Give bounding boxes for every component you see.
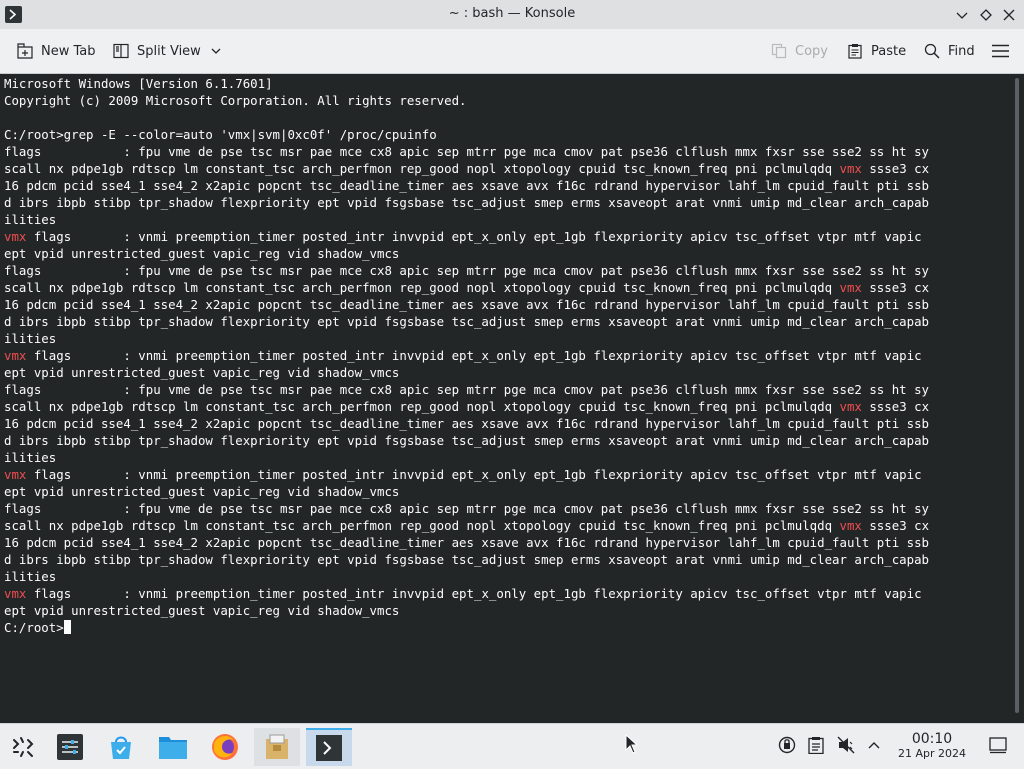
terminal-line: Microsoft Windows [Version 6.1.7601] [4,76,273,91]
terminal-line: ept vpid unrestricted_guest vapic_reg vi… [4,603,400,618]
terminal-line: flags : fpu vme de pse tsc msr pae mce c… [4,144,930,159]
firefox-icon[interactable] [202,728,248,766]
window-title: ~ : bash — Konsole [448,6,576,21]
terminal-line: flags : fpu vme de pse tsc msr pae mce c… [4,263,930,278]
dolphin-icon[interactable] [150,728,196,766]
discover-icon[interactable] [98,728,144,766]
title-bar[interactable]: ~ : bash — Konsole [0,0,1024,29]
terminal-line: vmx flags : vnmi preemption_timer posted… [4,229,922,244]
terminal-line: d ibrs ibpb stibp tpr_shadow flexpriorit… [4,314,930,329]
archive-icon[interactable] [254,728,300,766]
toolbar: New Tab Split View Copy Paste Find [0,29,1024,74]
terminal-line: ilities [4,331,57,346]
maximize-button[interactable] [976,5,996,25]
hamburger-menu-button[interactable] [992,38,1017,64]
paste-icon [848,44,862,59]
terminal-line: flags : fpu vme de pse tsc msr pae mce c… [4,382,930,397]
hamburger-menu-icon [992,44,1009,58]
copy-button[interactable]: Copy [771,38,828,64]
clock-date: 21 Apr 2024 [897,747,966,760]
terminal-line: 16 pdcm pcid sse4_1 sse4_2 x2apic popcnt… [4,416,930,431]
vault-icon[interactable] [778,736,796,758]
minimize-button[interactable] [952,5,972,25]
terminal-line: ept vpid unrestricted_guest vapic_reg vi… [4,365,400,380]
terminal-line: scall nx pdpe1gb rdtscp lm constant_tsc … [4,399,930,414]
grep-match: vmx [839,518,862,533]
text-cursor [63,620,71,634]
find-button[interactable]: Find [924,38,975,64]
grep-match: vmx [4,467,27,482]
system-settings-icon[interactable] [47,728,93,766]
terminal-line: d ibrs ibpb stibp tpr_shadow flexpriorit… [4,433,930,448]
grep-match: vmx [839,280,862,295]
shell-prompt: C:/root> [4,620,64,635]
taskbar [0,723,1024,769]
paste-button[interactable]: Paste [847,38,906,64]
terminal-line: ilities [4,212,57,227]
terminal-line: d ibrs ibpb stibp tpr_shadow flexpriorit… [4,552,930,567]
konsole-taskbar-icon[interactable] [306,728,352,766]
volume-muted-icon[interactable] [837,736,855,758]
terminal-line: scall nx pdpe1gb rdtscp lm constant_tsc … [4,280,930,295]
paste-label: Paste [871,43,907,59]
copy-label: Copy [795,43,828,59]
terminal-line: ept vpid unrestricted_guest vapic_reg vi… [4,484,400,499]
split-view-label: Split View [137,43,201,59]
terminal-line: C:/root>grep -E --color=auto 'vmx|svm|0x… [4,127,437,142]
terminal-line: vmx flags : vnmi preemption_timer posted… [4,586,922,601]
terminal-line: ilities [4,450,57,465]
terminal-line: 16 pdcm pcid sse4_1 sse4_2 x2apic popcnt… [4,297,930,312]
chevron-up-icon[interactable] [867,736,881,758]
split-view-button[interactable]: Split View [113,38,221,64]
scrollbar-thumb[interactable] [1015,78,1019,713]
grep-match: vmx [4,348,27,363]
digital-clock[interactable]: 00:10 21 Apr 2024 [893,731,971,761]
new-tab-icon [17,43,33,59]
search-icon [924,43,940,59]
terminal-line: 16 pdcm pcid sse4_1 sse4_2 x2apic popcnt… [4,178,930,193]
terminal-line: ept vpid unrestricted_guest vapic_reg vi… [4,246,400,261]
terminal-line: scall nx pdpe1gb rdtscp lm constant_tsc … [4,161,930,176]
grep-match: vmx [4,229,27,244]
mouse-cursor-icon [625,733,639,758]
clipboard-icon[interactable] [808,736,824,758]
terminal-line: 16 pdcm pcid sse4_1 sse4_2 x2apic popcnt… [4,535,930,550]
application-launcher-icon[interactable] [0,728,46,766]
terminal-line: vmx flags : vnmi preemption_timer posted… [4,467,922,482]
close-button[interactable] [999,5,1019,25]
terminal-line: Copyright (c) 2009 Microsoft Corporation… [4,93,467,108]
clock-time: 00:10 [911,731,953,747]
terminal-line: flags : fpu vme de pse tsc msr pae mce c… [4,501,930,516]
terminal-line: vmx flags : vnmi preemption_timer posted… [4,348,922,363]
copy-icon [771,43,787,59]
find-label: Find [948,43,975,59]
new-tab-button[interactable]: New Tab [17,38,96,64]
terminal-line: scall nx pdpe1gb rdtscp lm constant_tsc … [4,518,930,533]
terminal-output: Microsoft Windows [Version 6.1.7601] Cop… [4,75,929,636]
grep-match: vmx [839,399,862,414]
terminal-line: d ibrs ibpb stibp tpr_shadow flexpriorit… [4,195,930,210]
grep-match: vmx [4,586,27,601]
show-desktop-icon[interactable] [989,736,1007,758]
new-tab-label: New Tab [41,43,96,59]
terminal-line: ilities [4,569,57,584]
terminal-scrollbar[interactable] [1012,74,1022,716]
chevron-down-icon [211,48,221,54]
split-view-icon [113,43,129,59]
grep-match: vmx [839,161,862,176]
